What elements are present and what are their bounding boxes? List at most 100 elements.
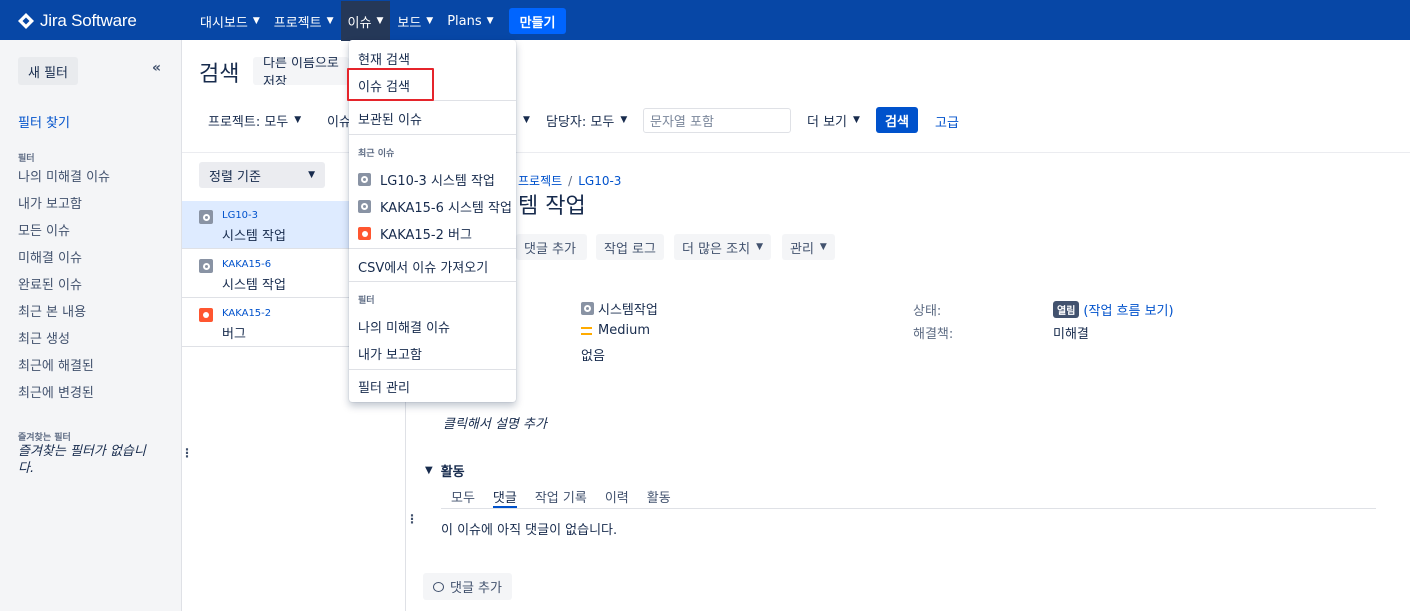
priority-medium-icon: [581, 326, 592, 335]
menu-import-csv[interactable]: CSV에서 이슈 가져오기: [358, 257, 488, 276]
menu-divider: [349, 134, 516, 135]
menu-recent-issue[interactable]: LG10-3 시스템 작업: [358, 170, 495, 189]
bug-type-icon: [358, 227, 371, 240]
menu-current-search[interactable]: 현재 검색: [358, 49, 410, 68]
type-filter-chevron[interactable]: ▼: [517, 108, 530, 132]
filter-reported-by-me[interactable]: 내가 보고함: [18, 191, 110, 218]
jira-logo[interactable]: Jira Software: [18, 11, 193, 31]
chevron-down-icon: ▼: [252, 16, 260, 26]
menu-archived-issues[interactable]: 보관된 이슈: [358, 109, 422, 128]
comment-bubble-icon: [433, 581, 444, 592]
tab-work-log[interactable]: 작업 기록: [535, 487, 587, 508]
status-badge: 열림: [1053, 301, 1080, 318]
nav-dashboards[interactable]: 대시보드 ▼: [193, 6, 267, 36]
status-value: 열림 (작업 흐름 보기): [1053, 300, 1174, 319]
filter-done-issues[interactable]: 완료된 이슈: [18, 272, 110, 299]
collapse-sidebar-icon[interactable]: «: [152, 60, 161, 76]
menu-divider: [349, 248, 516, 249]
nav-issues[interactable]: 이슈 ▼: [340, 1, 391, 41]
nav-projects[interactable]: 프로젝트 ▼: [267, 6, 341, 36]
breadcrumb-project-link[interactable]: 프로젝트: [518, 174, 562, 188]
log-work-button[interactable]: 작업 로그: [596, 234, 664, 260]
filter-all-issues[interactable]: 모든 이슈: [18, 218, 110, 245]
find-filters-link[interactable]: 필터 찾기: [18, 112, 70, 131]
recent-issues-heading: 최근 이슈: [358, 149, 395, 159]
tab-all[interactable]: 모두: [451, 487, 475, 508]
comment-button[interactable]: 댓글 추가: [516, 234, 587, 260]
tab-comments[interactable]: 댓글: [492, 487, 517, 508]
activity-heading: 활동: [440, 465, 465, 480]
nav-plans[interactable]: Plans ▼: [440, 6, 500, 36]
chevron-down-icon: ▼: [620, 115, 628, 125]
chevron-down-icon: ▼: [853, 115, 860, 125]
project-filter[interactable]: 프로젝트: 모두 ▼: [208, 108, 301, 132]
task-type-icon: [358, 173, 371, 186]
bug-type-icon: [199, 308, 213, 322]
task-type-icon: [199, 210, 213, 224]
filter-resolved-recently[interactable]: 최근에 해결된: [18, 353, 110, 380]
new-filter-button[interactable]: 새 필터: [18, 57, 79, 85]
highlight-annotation-box: [347, 68, 434, 101]
save-as-button[interactable]: 다른 이름으로 저장: [253, 57, 349, 85]
more-criteria-button[interactable]: 더 보기 ▼: [807, 108, 860, 132]
chevron-down-icon: ▼: [756, 242, 763, 252]
top-navigation: Jira Software 대시보드 ▼ 프로젝트 ▼ 이슈 ▼ 보드 ▼ Plans ▼…: [0, 0, 1410, 41]
filter-open-issues[interactable]: 미해결 이슈: [18, 245, 110, 272]
filters-heading: 필터: [18, 154, 35, 164]
nav-boards[interactable]: 보드 ▼: [390, 6, 440, 36]
add-comment-button[interactable]: 댓글 추가: [423, 573, 512, 600]
task-type-icon: [358, 200, 371, 213]
task-type-icon: [199, 259, 213, 273]
chevron-down-icon: ▼: [819, 242, 827, 252]
menu-manage-filters[interactable]: 필터 관리: [358, 377, 410, 396]
menu-filter-my-open-issues[interactable]: 나의 미해결 이슈: [358, 317, 450, 336]
breadcrumb-issue-key[interactable]: LG10-3: [578, 174, 621, 188]
breadcrumb: 프로젝트 / LG10-3: [518, 172, 621, 189]
filter-viewed-recently[interactable]: 최근 본 내용: [18, 299, 110, 326]
sort-by-button[interactable]: 정렬 기준 ▼: [199, 162, 325, 188]
jira-diamond-icon: [18, 13, 34, 29]
logo-text: Jira Software: [40, 11, 137, 30]
search-button[interactable]: 검색: [876, 107, 918, 133]
text-search-input[interactable]: 문자열 포함: [643, 108, 791, 133]
issue-key: KAKA15-2: [222, 308, 272, 319]
tab-history[interactable]: 이력: [605, 487, 629, 508]
resolution-label: 해결책:: [913, 327, 954, 342]
activity-tabs: 모두 댓글 작업 기록 이력 활동: [451, 487, 689, 508]
issue-title[interactable]: 템 작업: [518, 188, 586, 220]
description-placeholder[interactable]: 클릭해서 설명 추가: [443, 413, 547, 432]
filter-my-open-issues[interactable]: 나의 미해결 이슈: [18, 164, 110, 191]
menu-divider: [349, 369, 516, 370]
filter-updated-recently[interactable]: 최근에 변경된: [18, 380, 110, 407]
assignee-filter[interactable]: 담당자: 모두 ▼: [546, 108, 627, 132]
menu-recent-issue[interactable]: KAKA15-6 시스템 작업: [358, 197, 512, 216]
chevron-down-icon: ▼: [376, 16, 384, 26]
tab-activity[interactable]: 활동: [647, 487, 671, 508]
status-label: 상태:: [913, 304, 942, 319]
chevron-down-icon: ▼: [523, 115, 530, 125]
chevron-down-icon: ▼: [426, 16, 434, 26]
issue-summary: 시스템 작업: [222, 278, 286, 293]
admin-button[interactable]: 관리 ▼: [782, 234, 835, 260]
issue-key: KAKA15-6: [222, 259, 272, 270]
view-workflow-link[interactable]: (작업 흐름 보기): [1083, 300, 1173, 319]
sort-label: 정렬 기준: [209, 169, 261, 185]
no-comments-message: 이 이슈에 아직 댓글이 없습니다.: [441, 523, 618, 538]
menu-filter-reported-by-me[interactable]: 내가 보고함: [358, 344, 422, 363]
chevron-down-icon: ▼: [308, 170, 315, 180]
filter-created-recently[interactable]: 최근 생성: [18, 326, 110, 353]
menu-recent-issue[interactable]: KAKA15-2 버그: [358, 224, 472, 243]
advanced-search-link[interactable]: 고급: [935, 112, 959, 131]
create-button[interactable]: 만들기: [508, 8, 567, 34]
labels-value: 없음: [581, 349, 605, 364]
task-type-icon: [581, 302, 594, 315]
issue-type-value: 시스템작업: [581, 299, 658, 318]
menu-filters-heading: 필터: [358, 296, 375, 306]
chevron-down-icon: ▼: [294, 115, 302, 125]
resize-handle-icon[interactable]: ⋮: [406, 512, 418, 526]
filter-list: 나의 미해결 이슈 내가 보고함 모든 이슈 미해결 이슈 완료된 이슈 최근 …: [18, 164, 110, 407]
issue-summary: 버그: [222, 327, 246, 342]
more-actions-button[interactable]: 더 많은 조치 ▼: [674, 234, 771, 260]
activity-section-toggle[interactable]: ▼ 활동: [425, 461, 465, 480]
type-filter[interactable]: 이슈: [327, 108, 351, 132]
